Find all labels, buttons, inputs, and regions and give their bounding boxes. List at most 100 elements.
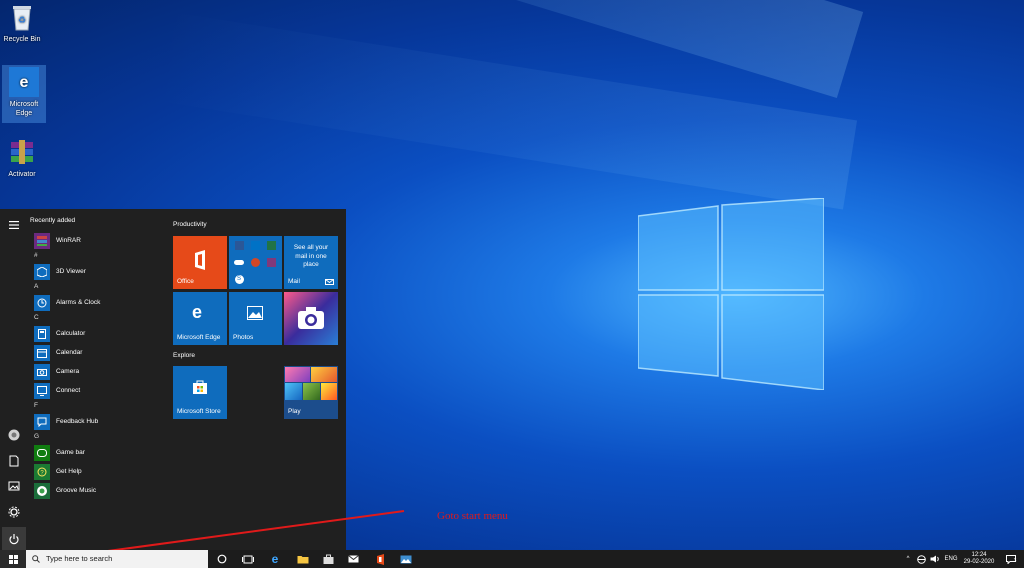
app-game-bar[interactable]: Game bar — [30, 443, 160, 462]
app-label: 3D Viewer — [56, 268, 86, 275]
desktop-icon-activator[interactable]: Activator — [0, 137, 44, 179]
taskbar-mail[interactable] — [341, 550, 365, 568]
group-header-productivity[interactable]: Productivity — [173, 221, 207, 228]
letter-header-hash[interactable]: # — [30, 250, 160, 262]
task-view-button[interactable] — [236, 550, 260, 568]
taskbar-file-explorer[interactable] — [291, 550, 315, 568]
tile-label: Office — [177, 278, 194, 285]
taskbar-search-box[interactable]: Type here to search — [26, 550, 208, 568]
letter-header-f[interactable]: F — [30, 400, 160, 412]
feedback-icon — [34, 413, 50, 430]
group-header-explore[interactable]: Explore — [173, 352, 195, 359]
svg-text:♻: ♻ — [18, 15, 26, 25]
tray-clock[interactable]: 12:24 29-02-2020 — [962, 550, 996, 568]
tray-chevron-icon[interactable]: ^ — [903, 550, 913, 568]
task-view-icon — [242, 555, 254, 563]
tile-mail[interactable]: See all your mail in one place Mail — [284, 236, 338, 289]
mail-promo-text: See all your mail in one place — [293, 244, 329, 268]
help-icon: ? — [34, 463, 50, 480]
taskbar-store[interactable] — [316, 550, 340, 568]
app-calculator[interactable]: Calculator — [30, 324, 160, 343]
camera-icon — [34, 363, 50, 380]
edge-icon: e — [9, 67, 39, 97]
pictures-icon[interactable] — [6, 478, 22, 494]
tile-office-apps-group[interactable]: S — [229, 236, 282, 289]
desktop-icon-label: Activator — [8, 171, 36, 178]
tray-speaker-icon[interactable] — [928, 550, 942, 568]
app-label: Camera — [56, 368, 80, 375]
onenote-icon — [263, 254, 279, 270]
desktop-icon-edge[interactable]: e Microsoft Edge — [2, 65, 46, 123]
search-icon — [32, 555, 40, 563]
clock-icon — [34, 294, 50, 311]
tile-office[interactable]: Office — [173, 236, 227, 289]
app-groove-music[interactable]: Groove Music — [30, 481, 160, 500]
taskbar: Type here to search e ^ ENG 12:24 29-02-… — [0, 550, 1024, 568]
tile-label: Microsoft Store — [177, 408, 221, 415]
tile-label: Mail — [288, 278, 300, 285]
app-feedback-hub[interactable]: Feedback Hub — [30, 412, 160, 431]
tile-photos[interactable]: Photos — [229, 292, 282, 345]
powerpoint-icon — [247, 254, 263, 270]
letter-header-a[interactable]: A — [30, 281, 160, 293]
clock-date: 29-02-2020 — [963, 559, 995, 565]
taskbar-edge[interactable]: e — [263, 550, 287, 568]
letter-header-g[interactable]: G — [30, 431, 160, 443]
app-winrar[interactable]: WinRAR — [30, 231, 160, 250]
tile-microsoft-edge[interactable]: e Microsoft Edge — [173, 292, 227, 345]
user-account-icon[interactable] — [6, 427, 22, 443]
cortana-button[interactable] — [210, 550, 234, 568]
tile-play[interactable]: Play — [284, 366, 338, 419]
game-thumb — [303, 383, 320, 400]
game-thumb — [285, 367, 310, 382]
app-alarms-clock[interactable]: Alarms & Clock — [30, 293, 160, 312]
annotation-text: Goto start menu — [437, 510, 508, 522]
recently-added-header: Recently added — [30, 217, 76, 224]
app-label: Groove Music — [56, 487, 97, 494]
taskbar-office[interactable] — [368, 550, 392, 568]
winrar-icon — [7, 137, 37, 167]
windows-logo-wallpaper — [638, 198, 824, 390]
taskbar-photos[interactable] — [394, 550, 418, 568]
app-label: Game bar — [56, 449, 85, 456]
app-label: Feedback Hub — [56, 418, 99, 425]
start-button[interactable] — [0, 550, 26, 568]
tray-network-icon[interactable] — [914, 550, 928, 568]
groove-music-icon — [34, 482, 50, 499]
game-thumb — [321, 383, 337, 400]
desktop-icon-recycle-bin[interactable]: ♻ Recycle Bin — [0, 2, 44, 44]
store-bag-icon — [193, 380, 207, 394]
skype-icon: S — [231, 271, 247, 287]
store-bag-icon — [323, 554, 333, 564]
letter-header-c[interactable]: C — [30, 312, 160, 324]
office-icon — [376, 553, 384, 565]
office-icon — [195, 250, 205, 270]
app-camera[interactable]: Camera — [30, 362, 160, 381]
app-calendar[interactable]: Calendar — [30, 343, 160, 362]
word-icon — [231, 237, 247, 253]
power-icon[interactable] — [2, 527, 26, 551]
tile-microsoft-store[interactable]: Microsoft Store — [173, 366, 227, 419]
documents-icon[interactable] — [6, 453, 22, 469]
wallpaper-beam — [151, 11, 858, 210]
settings-gear-icon[interactable] — [6, 504, 22, 520]
envelope-icon — [347, 555, 359, 563]
camera-icon — [298, 307, 324, 329]
notification-count: 3 — [1013, 558, 1017, 564]
cube-icon — [34, 263, 50, 280]
app-label: WinRAR — [56, 237, 81, 244]
folder-icon — [297, 555, 309, 563]
app-3d-viewer[interactable]: 3D Viewer — [30, 262, 160, 281]
tile-camera-live[interactable] — [284, 292, 338, 345]
start-menu-rail — [0, 209, 28, 551]
app-label: Calendar — [56, 349, 83, 356]
tray-language[interactable]: ENG — [942, 550, 960, 568]
recycle-bin-icon: ♻ — [7, 2, 37, 32]
search-placeholder: Type here to search — [46, 554, 113, 563]
hamburger-menu-icon[interactable] — [6, 217, 22, 233]
action-center-button[interactable]: 3 — [1002, 550, 1020, 568]
tile-label: Microsoft Edge — [177, 334, 221, 341]
app-get-help[interactable]: ? Get Help — [30, 462, 160, 481]
app-connect[interactable]: Connect — [30, 381, 160, 400]
desktop-icon-label: Microsoft Edge — [9, 101, 39, 117]
